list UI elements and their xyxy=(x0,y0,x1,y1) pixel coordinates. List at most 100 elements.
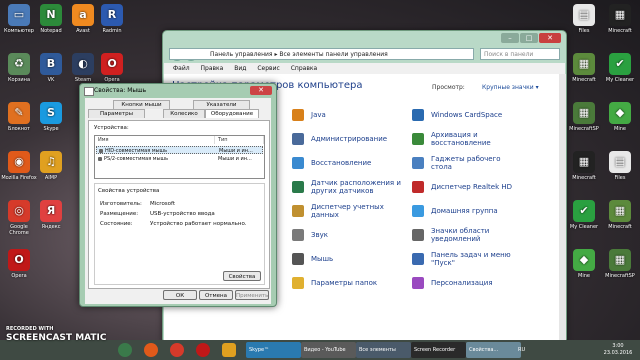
taskbar-window-button[interactable]: Skype™ xyxy=(246,342,301,358)
app-icon: ▦ xyxy=(609,4,631,26)
mouse-device-icon xyxy=(98,157,102,161)
minimize-button[interactable]: – xyxy=(501,33,519,43)
group-title: Свойства устройства xyxy=(98,188,160,194)
desktop-icon-r-3[interactable]: ▦ Minecraft xyxy=(565,151,603,181)
cp-item-a-2[interactable]: Восстановление xyxy=(292,154,402,172)
menu-view[interactable]: Вид xyxy=(234,65,246,72)
desktop-icon-label: Minecraft xyxy=(572,77,596,83)
clock[interactable]: 3:00 23.03.2016 xyxy=(600,343,636,359)
cp-item-b-4[interactable]: Домашняя группа xyxy=(412,202,522,220)
ok-button[interactable]: ОК xyxy=(163,290,197,300)
cp-item-b-5[interactable]: Значки области уведомлений xyxy=(412,226,522,244)
cp-item-label: Персонализация xyxy=(431,279,493,287)
cp-item-a-6[interactable]: Мышь xyxy=(292,250,402,268)
dialog-close-button[interactable]: ✕ xyxy=(250,86,272,95)
desktop-icon-s-3[interactable]: ♫ AIMP xyxy=(32,151,70,181)
device-type: Мыши и ин... xyxy=(218,156,252,162)
cp-item-a-7[interactable]: Параметры папок xyxy=(292,274,402,292)
prop-status-value: Устройство работает нормально. xyxy=(150,221,247,227)
cp-item-a-3[interactable]: Датчик расположения и других датчиков xyxy=(292,178,402,196)
desktop-icon-f-0[interactable]: R Radmin xyxy=(93,4,131,34)
tab-pointer-options[interactable]: Параметры указателя xyxy=(88,109,145,125)
tab-pointers[interactable]: Указатели xyxy=(193,100,250,109)
desktop-icon-rr-3[interactable]: ▤ Files xyxy=(601,151,639,181)
close-button[interactable]: ✕ xyxy=(539,33,561,43)
tab-mouse-buttons[interactable]: Кнопки мыши xyxy=(113,100,170,109)
desktop-icon-rr-4[interactable]: ▦ Minecraft xyxy=(601,200,639,230)
desktop-icon-rr-0[interactable]: ▦ Minecraft xyxy=(601,4,639,34)
desktop-icon-l-5[interactable]: O Opera xyxy=(0,249,38,279)
devices-list[interactable]: Имя Тип HID-совместимая мышь Мыши и ин..… xyxy=(94,135,265,179)
cp-item-icon xyxy=(412,205,424,217)
menu-edit[interactable]: Правка xyxy=(201,65,224,72)
maximize-button[interactable]: □ xyxy=(520,33,538,43)
media-taskbar-icon[interactable] xyxy=(222,343,236,357)
app-icon: S xyxy=(40,102,62,124)
mouse-icon xyxy=(84,87,94,96)
menu-file[interactable]: Файл xyxy=(173,65,190,72)
device-row[interactable]: PS/2-совместимая мышь Мыши и ин... xyxy=(96,155,263,163)
app-icon: ▦ xyxy=(573,102,595,124)
cp-item-b-1[interactable]: Архивация и восстановление xyxy=(412,130,522,148)
desktop-icon-rr-5[interactable]: ▦ MinecraftSP xyxy=(601,249,639,279)
cp-item-b-7[interactable]: Персонализация xyxy=(412,274,522,292)
tab-hardware[interactable]: Оборудование xyxy=(205,109,259,118)
tab-wheel[interactable]: Колесико xyxy=(163,109,205,118)
desktop-icon-rr-2[interactable]: ◆ Mine xyxy=(601,102,639,132)
cp-item-icon xyxy=(412,109,424,121)
desktop-icon-r-2[interactable]: ▦ MinecraftSP xyxy=(565,102,603,132)
cp-item-b-0[interactable]: Windows CardSpace xyxy=(412,106,522,124)
column-type[interactable]: Тип xyxy=(215,136,264,144)
cp-item-label: Архивация и восстановление xyxy=(431,131,491,147)
view-selector[interactable]: Крупные значки ▾ xyxy=(482,84,539,91)
start-button-icon[interactable] xyxy=(118,343,132,357)
taskbar-window-button[interactable]: Видео - YouTube xyxy=(301,342,356,358)
app-icon: ♫ xyxy=(40,151,62,173)
app-icon: ◆ xyxy=(573,249,595,271)
cp-item-icon xyxy=(292,205,304,217)
opera-taskbar-icon[interactable] xyxy=(196,343,210,357)
cp-item-a-4[interactable]: Диспетчер учетных данных xyxy=(292,202,402,220)
cp-item-a-0[interactable]: Java xyxy=(292,106,402,124)
menu-help[interactable]: Справка xyxy=(291,65,317,72)
cp-item-b-2[interactable]: Гаджеты рабочего стола xyxy=(412,154,522,172)
apply-button[interactable]: Применить xyxy=(235,290,269,300)
desktop-icon-r-0[interactable]: ▤ Files xyxy=(565,4,603,34)
taskbar-window-button[interactable]: Screen Recorder xyxy=(411,342,466,358)
device-row[interactable]: HID-совместимая мышь Мыши и ин... xyxy=(96,146,263,154)
cp-item-label: Диспетчер Realtek HD xyxy=(431,183,513,191)
desktop-icon-label: Mine xyxy=(578,273,590,279)
device-name: PS/2-совместимая мышь xyxy=(104,156,169,162)
taskbar-window-button[interactable]: Все элементы xyxy=(356,342,411,358)
cp-item-b-6[interactable]: Панель задач и меню "Пуск" xyxy=(412,250,522,268)
desktop-icon-rr-1[interactable]: ✔ My Cleaner xyxy=(601,53,639,83)
language-indicator[interactable]: RU xyxy=(518,342,532,358)
desktop-icon-f-1[interactable]: O Opera xyxy=(93,53,131,83)
cp-item-b-3[interactable]: Диспетчер Realtek HD xyxy=(412,178,522,196)
cp-item-icon xyxy=(412,181,424,193)
desktop-icon-r-5[interactable]: ◆ Mine xyxy=(565,249,603,279)
properties-button[interactable]: Свойства xyxy=(223,271,261,281)
menu-tools[interactable]: Сервис xyxy=(257,65,279,72)
screencast-watermark: RECORDED WITH SCREENCAST MATIC xyxy=(6,326,107,343)
search-input[interactable]: Поиск в панели управления xyxy=(480,48,560,69)
desktop-icon-s-4[interactable]: Я Яндекс xyxy=(32,200,70,230)
cancel-button[interactable]: Отмена xyxy=(199,290,233,300)
app-icon: O xyxy=(101,53,123,75)
watermark-line3: MATIC xyxy=(75,333,107,343)
desktop-icon-label: Files xyxy=(578,28,590,34)
desktop-icon-r-4[interactable]: ✔ My Cleaner xyxy=(565,200,603,230)
address-bar[interactable]: Панель управления ▸ Все элементы панели … xyxy=(169,48,474,60)
firefox-taskbar-icon[interactable] xyxy=(144,343,158,357)
desktop-icon-r-1[interactable]: ▦ Minecraft xyxy=(565,53,603,83)
app-icon: N xyxy=(40,4,62,26)
desktop-icon-s-2[interactable]: S Skype xyxy=(32,102,70,132)
dialog-panel: Кнопки мыши Указатели Параметры указател… xyxy=(85,98,271,304)
app-icon: ▤ xyxy=(573,4,595,26)
column-name[interactable]: Имя xyxy=(95,136,215,144)
scrollbar[interactable] xyxy=(559,74,566,342)
cp-item-a-1[interactable]: Администрирование xyxy=(292,130,402,148)
chrome-taskbar-icon[interactable] xyxy=(170,343,184,357)
taskbar-window-button[interactable]: Свойства... xyxy=(466,342,521,358)
cp-item-a-5[interactable]: Звук xyxy=(292,226,402,244)
